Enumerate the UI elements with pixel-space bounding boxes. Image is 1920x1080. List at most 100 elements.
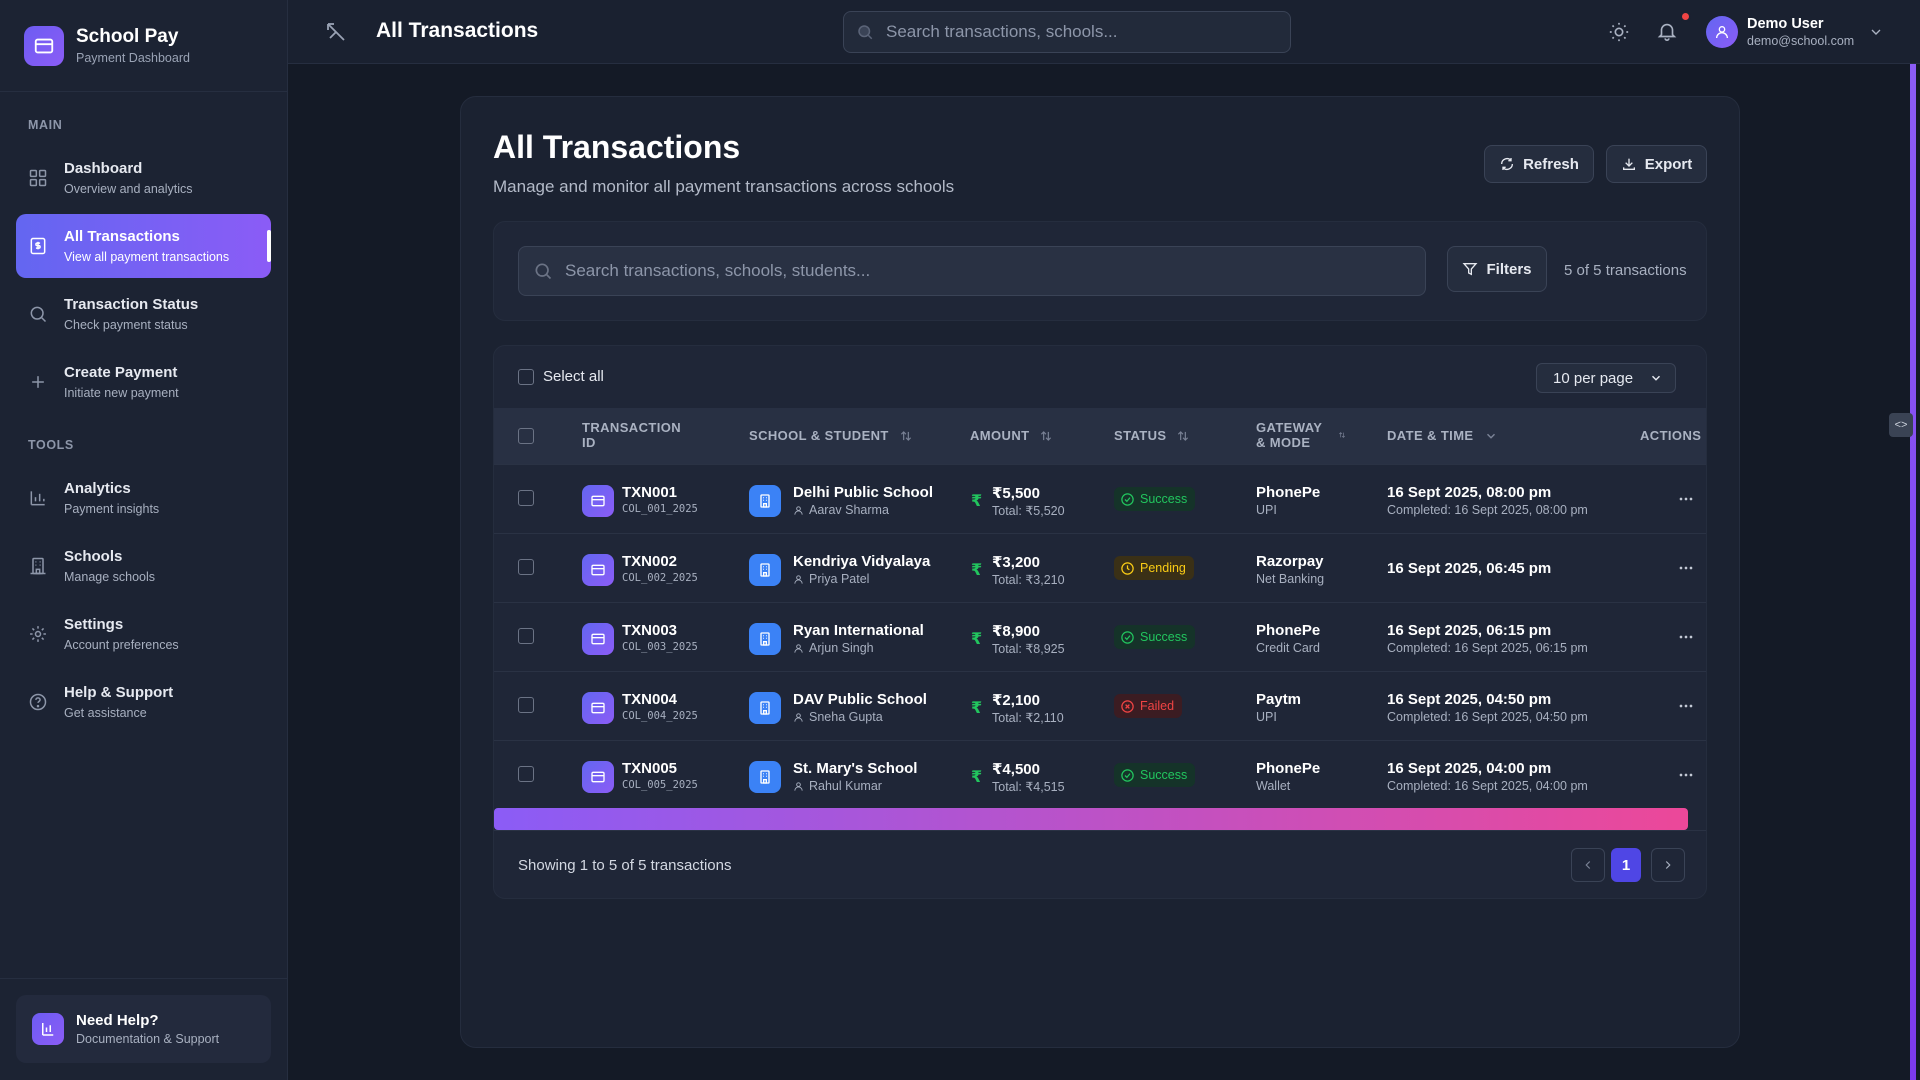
transaction-search[interactable] <box>518 246 1426 296</box>
transactions-table: Select all 10 per page TRANSACTION ID SC… <box>493 345 1707 899</box>
select-all[interactable]: Select all <box>518 368 604 385</box>
table-row[interactable]: TXN001 COL_001_2025 Delhi Public School Aar… <box>494 464 1706 533</box>
x-circle-icon <box>1120 699 1140 714</box>
total-amount: Total: ₹4,515 <box>992 780 1065 794</box>
more-horizontal-icon[interactable] <box>1676 558 1696 578</box>
amount: ₹5,500 <box>992 485 1040 502</box>
student: Priya Patel <box>793 572 869 586</box>
bar-chart-icon <box>32 1013 64 1045</box>
plus-icon <box>28 372 48 392</box>
check-circle-icon <box>1120 630 1140 645</box>
sidebar-item-help-support[interactable]: Help & Support Get assistance <box>16 670 271 734</box>
completed-time: Completed: 16 Sept 2025, 04:00 pm <box>1387 779 1588 793</box>
refresh-button[interactable]: Refresh <box>1484 145 1594 183</box>
date-time: 16 Sept 2025, 04:50 pm <box>1387 691 1552 708</box>
total-amount: Total: ₹2,110 <box>992 711 1064 725</box>
status-label: Success <box>1140 768 1188 782</box>
filters-label: Filters <box>1486 260 1532 278</box>
next-page-button[interactable] <box>1651 848 1685 882</box>
transaction-id[interactable]: TXN005 <box>622 760 677 777</box>
topbar-search-input[interactable] <box>886 22 1290 42</box>
row-checkbox[interactable] <box>518 628 534 644</box>
chevron-left-icon <box>1585 861 1591 869</box>
column-amount[interactable]: AMOUNT <box>970 428 1053 443</box>
table-row[interactable]: TXN002 COL_002_2025 Kendriya Vidyalaya Priy… <box>494 533 1706 602</box>
export-button[interactable]: Export <box>1606 145 1707 183</box>
topbar-search[interactable] <box>843 11 1291 53</box>
table-row[interactable]: TXN004 COL_004_2025 DAV Public School Sneha… <box>494 671 1706 740</box>
column-date-time[interactable]: DATE & TIME <box>1387 428 1498 443</box>
sidebar-item-analytics[interactable]: Analytics Payment insights <box>16 466 271 530</box>
more-horizontal-icon[interactable] <box>1676 489 1696 509</box>
sidebar-item-dashboard[interactable]: Dashboard Overview and analytics <box>16 146 271 210</box>
horizontal-scrollbar[interactable] <box>494 808 1688 830</box>
more-horizontal-icon[interactable] <box>1676 627 1696 647</box>
column-school-student[interactable]: SCHOOL & STUDENT <box>749 428 913 443</box>
search-icon <box>856 23 874 41</box>
sidebar-item-desc: Overview and analytics <box>64 182 193 196</box>
row-checkbox[interactable] <box>518 490 534 506</box>
user-icon <box>794 574 803 584</box>
more-horizontal-icon[interactable] <box>1676 765 1696 785</box>
sidebar-item-label: Help & Support <box>64 684 174 701</box>
bell-icon[interactable] <box>1656 20 1678 42</box>
row-checkbox[interactable] <box>518 697 534 713</box>
school-building-icon <box>749 623 781 655</box>
right-edge-scrollbar[interactable] <box>1910 64 1916 1080</box>
more-horizontal-icon[interactable] <box>1676 696 1696 716</box>
user-menu[interactable]: Demo User demo@school.com <box>1706 12 1884 52</box>
column-label: AMOUNT <box>970 428 1030 443</box>
row-checkbox[interactable] <box>518 559 534 575</box>
select-all-checkbox[interactable] <box>518 368 534 385</box>
school-building-icon <box>749 554 781 586</box>
amount: ₹4,500 <box>992 761 1040 778</box>
sidebar-item-create-payment[interactable]: Create Payment Initiate new payment <box>16 350 271 414</box>
user-icon <box>794 505 803 515</box>
column-transaction-id[interactable]: TRANSACTION ID <box>582 420 687 450</box>
transaction-id[interactable]: TXN002 <box>622 553 677 570</box>
transactions-card: All Transactions Manage and monitor all … <box>460 96 1740 1048</box>
need-help-card[interactable]: Need Help? Documentation & Support <box>16 995 271 1063</box>
credit-card-icon <box>582 554 614 586</box>
building-icon <box>28 556 48 576</box>
help-circle-icon <box>28 692 48 712</box>
column-status[interactable]: STATUS <box>1114 428 1190 443</box>
page-subtitle: Manage and monitor all payment transacti… <box>493 177 955 196</box>
header-checkbox[interactable] <box>518 428 534 444</box>
student-name: Aarav Sharma <box>809 503 889 517</box>
date-time: 16 Sept 2025, 06:15 pm <box>1387 622 1552 639</box>
transaction-id[interactable]: TXN001 <box>622 484 677 501</box>
per-page-select[interactable]: 10 per page <box>1536 363 1676 393</box>
page-1-button[interactable]: 1 <box>1611 848 1641 882</box>
transaction-search-input[interactable] <box>565 261 1425 281</box>
sidebar-item-all-transactions[interactable]: All Transactions View all payment transa… <box>16 214 271 278</box>
sidebar-item-schools[interactable]: Schools Manage schools <box>16 534 271 598</box>
sidebar-item-settings[interactable]: Settings Account preferences <box>16 602 271 666</box>
code-toggle-handle[interactable]: <> <box>1889 413 1913 437</box>
payment-mode: Wallet <box>1256 779 1291 793</box>
sun-icon[interactable] <box>1608 21 1630 43</box>
row-checkbox[interactable] <box>518 766 534 782</box>
transaction-count: 5 of 5 transactions <box>1564 262 1687 279</box>
brand[interactable]: School Pay Payment Dashboard <box>0 0 287 92</box>
transaction-id[interactable]: TXN004 <box>622 691 677 708</box>
gateway: Razorpay <box>1256 553 1324 570</box>
collapse-sidebar-icon[interactable] <box>324 20 348 44</box>
transaction-id[interactable]: TXN003 <box>622 622 677 639</box>
sidebar-item-transaction-status[interactable]: Transaction Status Check payment status <box>16 282 271 346</box>
sidebar-item-desc: Manage schools <box>64 570 156 584</box>
table-row[interactable]: TXN003 COL_003_2025 Ryan International Arju… <box>494 602 1706 671</box>
user-icon <box>794 781 803 791</box>
chevron-down-icon <box>1651 375 1661 381</box>
column-gateway-mode[interactable]: GATEWAY & MODE <box>1256 420 1346 450</box>
gear-icon <box>28 624 48 644</box>
prev-page-button[interactable] <box>1571 848 1605 882</box>
filters-button[interactable]: Filters <box>1447 246 1547 292</box>
sort-icon <box>1178 430 1189 441</box>
total-amount: Total: ₹5,520 <box>992 504 1065 518</box>
sidebar-item-desc: View all payment transactions <box>64 250 230 264</box>
sidebar-item-label: Dashboard <box>64 160 143 177</box>
rupee-icon: ₹ <box>971 700 983 717</box>
status-label: Pending <box>1140 561 1186 575</box>
table-row[interactable]: TXN005 COL_005_2025 St. Mary's School Rahul… <box>494 740 1706 809</box>
